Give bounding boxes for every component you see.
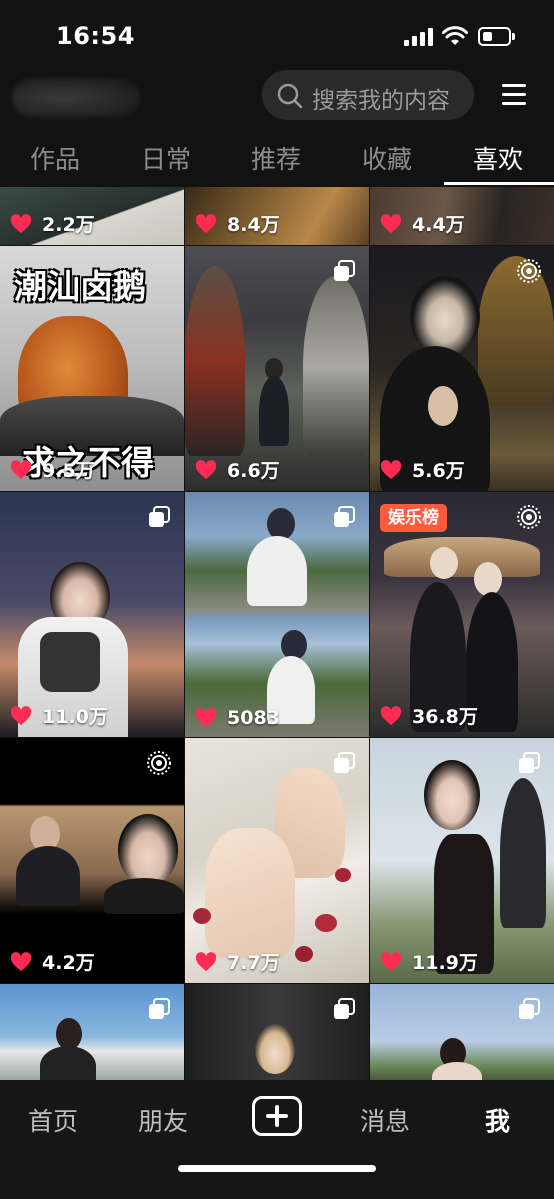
home-indicator [178, 1165, 376, 1172]
nav-me[interactable]: 我 [485, 1102, 510, 1138]
entertainment-chart-badge: 娱乐榜 [380, 504, 447, 532]
video-thumbnail[interactable]: 潮汕卤鹅 求之不得 9.5万 [0, 246, 184, 491]
video-thumbnail[interactable]: 4.4万 [370, 187, 554, 245]
battery-icon [478, 27, 516, 46]
create-post-button[interactable] [252, 1096, 302, 1136]
status-bar: 16:54 [0, 0, 554, 70]
tab-recommend[interactable]: 推荐 [251, 140, 301, 176]
video-thumbnail[interactable]: 5083 [185, 492, 369, 737]
bottom-navigation: 首页 朋友 消息 我 [0, 1080, 554, 1199]
video-title-top: 潮汕卤鹅 [14, 267, 146, 306]
active-tab-indicator [444, 182, 554, 185]
like-count: 9.5万 [10, 456, 95, 483]
like-count: 11.0万 [10, 702, 108, 729]
profile-header: 搜索我的内容 [0, 70, 554, 126]
nav-friends[interactable]: 朋友 [138, 1102, 188, 1138]
like-count: 8.4万 [195, 210, 280, 237]
heart-icon [10, 951, 32, 971]
video-thumbnail[interactable]: 娱乐榜 36.8万 [370, 492, 554, 737]
multi-photo-icon [334, 260, 355, 281]
nav-home[interactable]: 首页 [28, 1102, 78, 1138]
multi-photo-icon [334, 998, 355, 1019]
search-placeholder: 搜索我的内容 [312, 88, 450, 114]
multi-photo-icon [149, 506, 170, 527]
like-count: 5.6万 [380, 456, 465, 483]
video-thumbnail[interactable]: 2.2万 [0, 187, 184, 245]
tab-likes[interactable]: 喜欢 [473, 140, 523, 176]
search-icon [277, 83, 303, 109]
live-photo-icon [147, 751, 171, 775]
nav-messages[interactable]: 消息 [360, 1102, 410, 1138]
heart-icon [10, 705, 32, 725]
video-thumbnail[interactable]: 11.0万 [0, 492, 184, 737]
like-count: 2.2万 [10, 210, 95, 237]
heart-icon [195, 708, 217, 728]
live-photo-icon [517, 505, 541, 529]
video-thumbnail[interactable]: 5.6万 [370, 246, 554, 491]
search-input[interactable]: 搜索我的内容 [262, 70, 474, 120]
video-thumbnail[interactable]: 11.9万 [370, 738, 554, 983]
multi-photo-icon [334, 506, 355, 527]
heart-icon [10, 213, 32, 233]
video-thumbnail[interactable]: 6.6万 [185, 246, 369, 491]
like-count: 6.6万 [195, 456, 280, 483]
video-thumbnail[interactable] [0, 984, 184, 1080]
video-thumbnail[interactable] [185, 984, 369, 1080]
live-photo-icon [517, 259, 541, 283]
video-thumbnail[interactable]: 4.2万 [0, 738, 184, 983]
heart-icon [380, 213, 402, 233]
tab-favorites[interactable]: 收藏 [362, 140, 412, 176]
like-count: 5083 [195, 707, 280, 729]
liked-videos-grid: 2.2万 8.4万 4.4万 潮汕卤鹅 求之不得 9.5万 6.6万 5.6万 … [0, 187, 554, 1080]
wifi-icon [442, 26, 468, 45]
status-time: 16:54 [56, 22, 135, 50]
heart-icon [195, 213, 217, 233]
heart-icon [10, 459, 32, 479]
like-count: 4.2万 [10, 948, 95, 975]
multi-photo-icon [334, 752, 355, 773]
multi-photo-icon [149, 998, 170, 1019]
multi-photo-icon [519, 998, 540, 1019]
video-thumbnail[interactable]: 7.7万 [185, 738, 369, 983]
tab-works[interactable]: 作品 [30, 140, 80, 176]
blurred-username [12, 78, 140, 118]
multi-photo-icon [519, 752, 540, 773]
like-count: 11.9万 [380, 948, 478, 975]
heart-icon [380, 459, 402, 479]
content-tabs: 作品 日常 推荐 收藏 喜欢 [0, 128, 554, 186]
video-thumbnail[interactable] [370, 984, 554, 1080]
video-thumbnail[interactable]: 8.4万 [185, 187, 369, 245]
like-count: 4.4万 [380, 210, 465, 237]
menu-icon[interactable] [502, 84, 526, 106]
heart-icon [195, 951, 217, 971]
tab-daily[interactable]: 日常 [141, 140, 191, 176]
cellular-signal-icon [404, 28, 434, 46]
heart-icon [380, 705, 402, 725]
heart-icon [380, 951, 402, 971]
heart-icon [195, 459, 217, 479]
like-count: 7.7万 [195, 948, 280, 975]
like-count: 36.8万 [380, 702, 478, 729]
